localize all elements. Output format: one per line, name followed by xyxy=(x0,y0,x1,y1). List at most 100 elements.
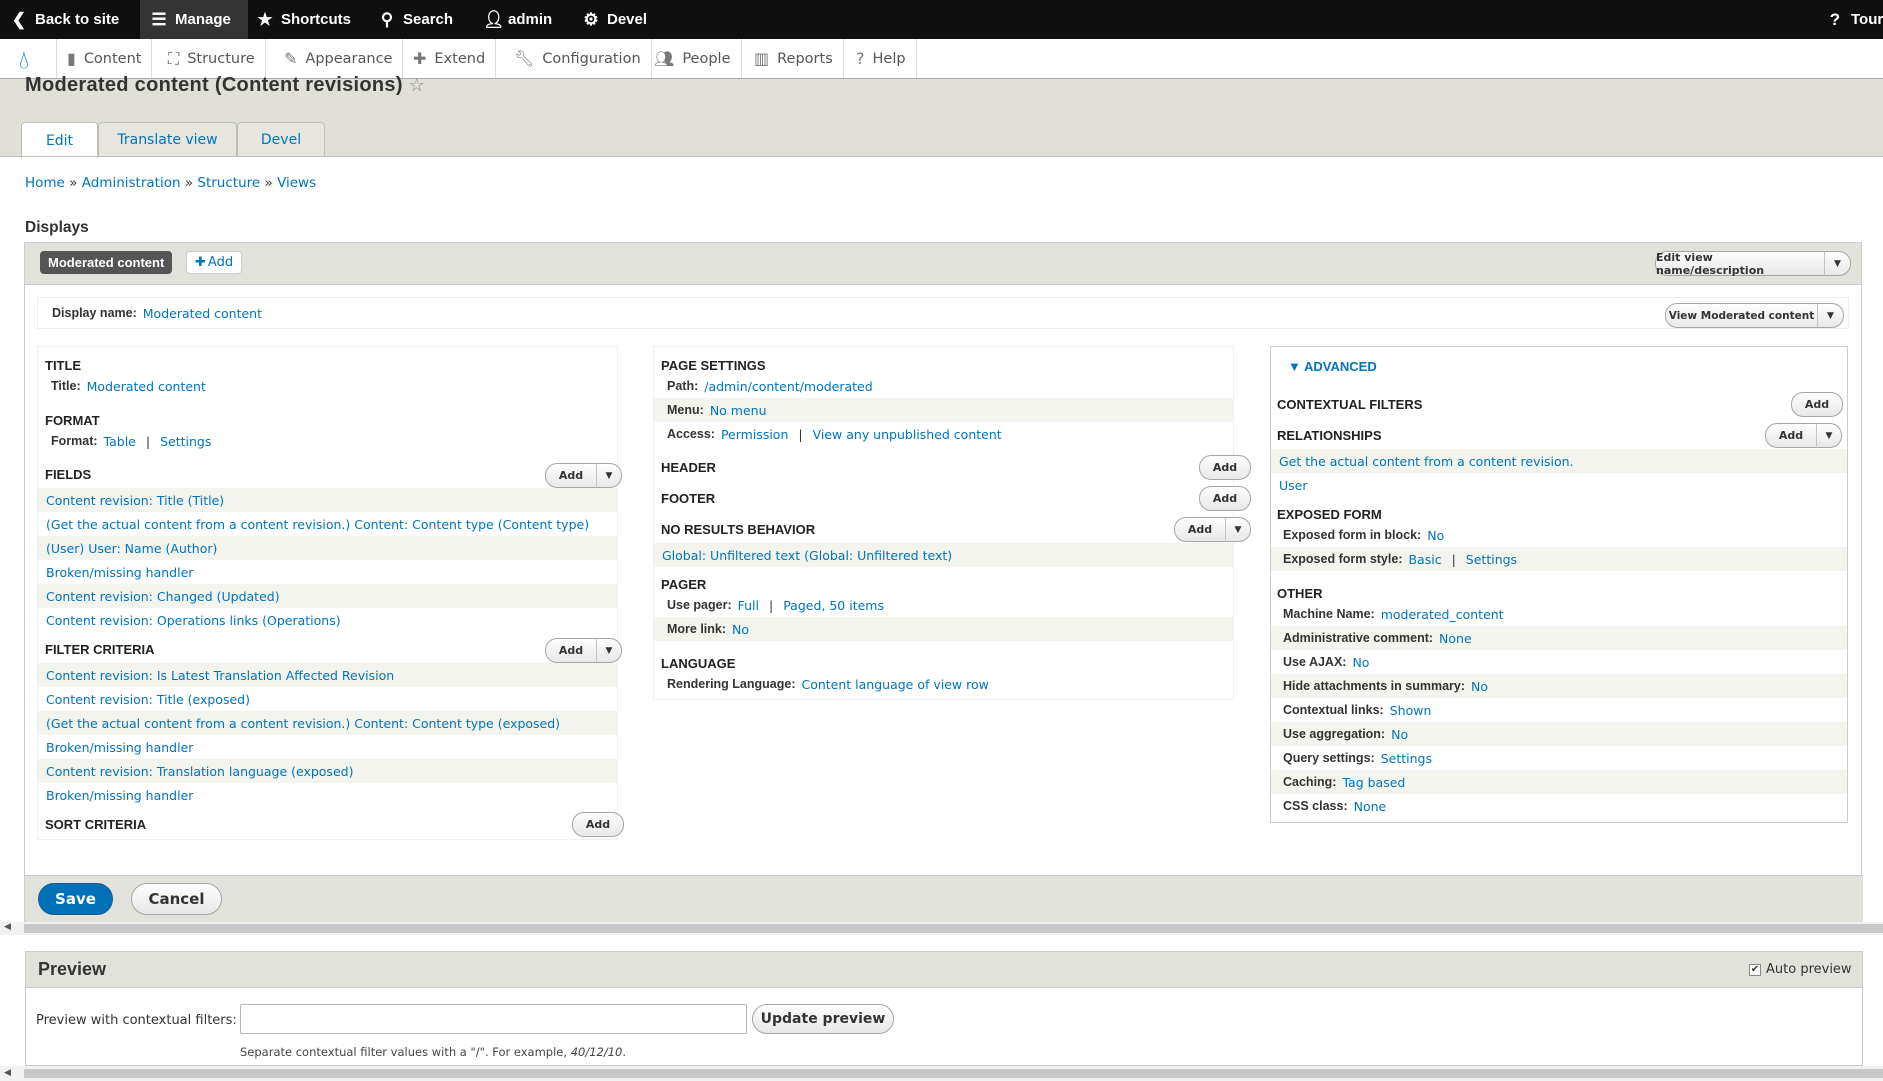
tab-devel[interactable]: Devel xyxy=(237,122,325,157)
language-section-heading: LANGUAGE xyxy=(661,656,736,671)
edit-view-name-button[interactable]: Edit view name/description xyxy=(1655,251,1825,277)
star-shortcut-icon[interactable]: ☆ xyxy=(409,75,425,95)
field-item[interactable]: Content revision: Operations links (Oper… xyxy=(38,608,617,632)
more-link-value[interactable]: No xyxy=(732,622,749,637)
relationships-add-dropdown[interactable]: ▼ xyxy=(1816,423,1842,448)
contextual-filters-input[interactable] xyxy=(240,1004,747,1034)
path-link[interactable]: /admin/content/moderated xyxy=(704,379,872,394)
fields-add-dropdown[interactable]: ▼ xyxy=(596,463,622,488)
scroll-left-arrow-icon[interactable]: ◀ xyxy=(4,922,11,932)
tray-item-extend[interactable]: ✚ Extend xyxy=(403,39,497,78)
filter-item[interactable]: Content revision: Is Latest Translation … xyxy=(38,663,617,687)
relationships-add-button[interactable]: Add xyxy=(1765,423,1817,448)
view-display-button[interactable]: View Moderated content xyxy=(1665,303,1818,328)
access-row: Access: Permission | View any unpublished c… xyxy=(667,426,1002,442)
footer-add-button[interactable]: Add xyxy=(1199,486,1251,511)
page-settings-heading: PAGE SETTINGS xyxy=(661,358,766,373)
display-tab-moderated-content[interactable]: Moderated content xyxy=(40,251,173,274)
tray-item-help[interactable]: ? Help xyxy=(846,39,917,78)
language-link[interactable]: Content language of view row xyxy=(801,677,988,692)
tray-item-structure[interactable]: ⛶ Structure xyxy=(158,39,266,78)
filter-item[interactable]: Content revision: Translation language (… xyxy=(38,759,617,783)
field-item[interactable]: (Get the actual content from a content r… xyxy=(38,512,617,536)
title-value-link[interactable]: Moderated content xyxy=(87,379,206,394)
page-horizontal-scrollbar[interactable]: ◀ xyxy=(0,1066,1883,1081)
pager-type-link[interactable]: Full xyxy=(738,598,759,613)
back-to-site-link[interactable]: ❮ Back to site xyxy=(10,0,119,39)
format-value-link[interactable]: Table xyxy=(104,434,136,449)
sort-add-button[interactable]: Add xyxy=(572,812,624,837)
drupal-logo[interactable]: 💧︎ xyxy=(8,44,40,76)
shortcuts-tab[interactable]: ★ Shortcuts xyxy=(256,0,351,39)
format-settings-link[interactable]: Settings xyxy=(160,434,211,449)
access-link[interactable]: Permission xyxy=(721,427,788,442)
manage-tab[interactable]: ☰ Manage xyxy=(140,0,248,39)
exposed-style-settings-link[interactable]: Settings xyxy=(1466,552,1517,567)
display-name-link[interactable]: Moderated content xyxy=(143,306,262,321)
relationship-item[interactable]: User xyxy=(1271,473,1847,497)
tab-edit[interactable]: Edit xyxy=(21,122,98,158)
filter-item[interactable]: Content revision: Title (exposed) xyxy=(38,687,617,711)
exposed-style-row: Exposed form style: Basic | Settings xyxy=(1271,547,1847,571)
filter-item[interactable]: (Get the actual content from a content r… xyxy=(38,711,617,735)
contextual-filters-add-button[interactable]: Add xyxy=(1791,392,1843,417)
column-advanced: ▼ ADVANCED CONTEXTUAL FILTERS Add RELATI… xyxy=(1270,346,1848,823)
exposed-block-link[interactable]: No xyxy=(1427,528,1444,543)
field-item[interactable]: (User) User: Name (Author) xyxy=(38,536,617,560)
tour-button[interactable]: ? Tour xyxy=(1826,0,1883,39)
filters-add-dropdown[interactable]: ▼ xyxy=(596,638,622,663)
preview-heading: Preview xyxy=(38,959,107,979)
devel-tab[interactable]: ⚙ Devel xyxy=(582,0,647,39)
no-results-item[interactable]: Global: Unfiltered text (Global: Unfilte… xyxy=(654,543,1233,567)
auto-preview-checkbox[interactable]: ✔ xyxy=(1749,963,1761,976)
exposed-block-row: Exposed form in block: No xyxy=(1283,527,1445,543)
filter-item[interactable]: Broken/missing handler xyxy=(38,783,617,807)
menu-link[interactable]: No menu xyxy=(710,403,767,418)
triangle-down-icon: ▼ xyxy=(1288,359,1301,374)
filter-item[interactable]: Broken/missing handler xyxy=(38,735,617,759)
field-item[interactable]: Broken/missing handler xyxy=(38,560,617,584)
no-results-add-button[interactable]: Add xyxy=(1174,517,1226,542)
scrollbar-thumb[interactable] xyxy=(24,1069,1883,1078)
auto-preview-toggle[interactable]: ✔ Auto preview xyxy=(1749,962,1852,977)
view-display-dropdown[interactable]: ▼ xyxy=(1817,303,1844,328)
other-heading: OTHER xyxy=(1277,586,1323,601)
menu-row: Menu: No menu xyxy=(654,398,1233,422)
format-row: Format: Table | Settings xyxy=(51,433,212,449)
pager-options-link[interactable]: Paged, 50 items xyxy=(783,598,884,613)
tray-item-people[interactable]: 👥︎ People xyxy=(644,39,742,78)
tray-item-reports[interactable]: ▥ Reports xyxy=(744,39,844,78)
chevron-down-icon: ▼ xyxy=(1234,524,1242,535)
cancel-button[interactable]: Cancel xyxy=(131,883,222,915)
horizontal-scrollbar[interactable]: ◀ xyxy=(0,922,1883,935)
edit-view-dropdown[interactable]: ▼ xyxy=(1824,251,1851,276)
tray-item-configuration[interactable]: 🔧︎ Configuration xyxy=(504,39,652,78)
no-results-add-dropdown[interactable]: ▼ xyxy=(1225,517,1251,542)
field-item[interactable]: Content revision: Changed (Updated) xyxy=(38,584,617,608)
search-tab[interactable]: ⚲ Search xyxy=(378,0,453,39)
update-preview-button[interactable]: Update preview xyxy=(752,1004,894,1034)
add-display-button[interactable]: ✚ Add xyxy=(186,251,243,274)
no-results-heading: NO RESULTS BEHAVIOR xyxy=(661,522,816,537)
fields-add-button[interactable]: Add xyxy=(545,463,597,488)
header-add-button[interactable]: Add xyxy=(1199,455,1251,480)
save-button[interactable]: Save xyxy=(38,883,113,915)
exposed-style-link[interactable]: Basic xyxy=(1408,552,1441,567)
breadcrumb-administration[interactable]: Administration xyxy=(82,175,181,191)
field-item[interactable]: Content revision: Title (Title) xyxy=(38,488,617,512)
scrollbar-thumb[interactable] xyxy=(24,924,1883,933)
tray-item-content[interactable]: ▮ Content xyxy=(56,39,153,78)
contextual-filters-label: Preview with contextual filters: xyxy=(36,1013,237,1028)
scroll-left-arrow-icon[interactable]: ◀ xyxy=(4,1068,11,1078)
other-row-caching: Caching: Tag based xyxy=(1271,770,1847,794)
breadcrumb-home[interactable]: Home xyxy=(25,175,65,191)
breadcrumb-views[interactable]: Views xyxy=(277,175,316,191)
breadcrumb-structure[interactable]: Structure xyxy=(197,175,260,191)
access-settings-link[interactable]: View any unpublished content xyxy=(813,427,1002,442)
advanced-toggle[interactable]: ▼ ADVANCED xyxy=(1288,359,1377,374)
tab-translate-view[interactable]: Translate view xyxy=(98,122,237,157)
relationship-item[interactable]: Get the actual content from a content re… xyxy=(1271,449,1847,473)
tray-item-appearance[interactable]: ✎ Appearance xyxy=(274,39,404,78)
user-tab[interactable]: 👤︎ admin xyxy=(483,0,552,39)
filters-add-button[interactable]: Add xyxy=(545,638,597,663)
